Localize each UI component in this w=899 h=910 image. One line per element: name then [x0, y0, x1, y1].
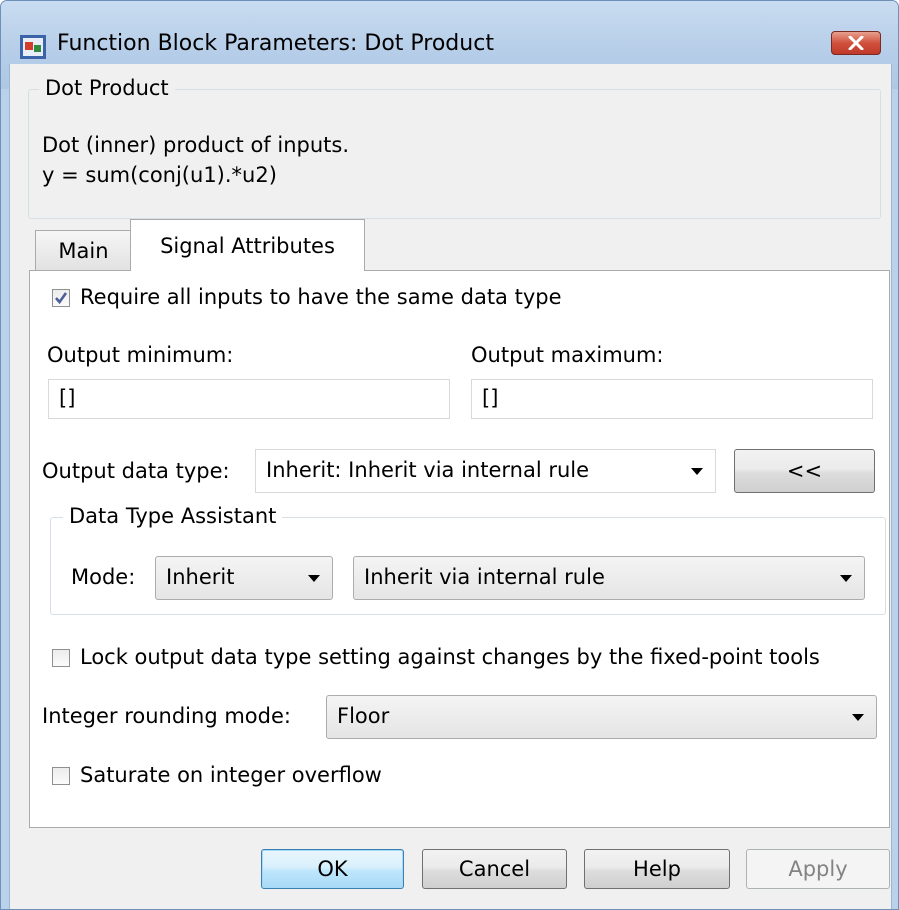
- output-data-type-value: Inherit: Inherit via internal rule: [266, 458, 590, 482]
- window-title: Function Block Parameters: Dot Product: [57, 31, 494, 56]
- description-text-line-1: Dot (inner) product of inputs.: [42, 133, 349, 157]
- output-maximum-input[interactable]: []: [471, 379, 873, 419]
- output-data-type-label: Output data type:: [42, 459, 230, 483]
- output-minimum-input[interactable]: []: [48, 379, 450, 419]
- description-group-title: Dot Product: [39, 76, 175, 100]
- chevron-down-icon: [691, 468, 703, 475]
- dialog-body: Dot Product Dot (inner) product of input…: [9, 64, 892, 909]
- description-group: Dot Product Dot (inner) product of input…: [28, 76, 881, 219]
- close-icon: [848, 36, 864, 50]
- checkmark-icon: [55, 292, 68, 305]
- signal-attributes-panel: Require all inputs to have the same data…: [29, 270, 890, 828]
- dialog-window: Function Block Parameters: Dot Product D…: [0, 0, 899, 910]
- lock-output-checkbox[interactable]: [52, 649, 70, 667]
- data-type-assistant-title: Data Type Assistant: [63, 504, 283, 528]
- data-type-assistant-group: Data Type Assistant Mode: Inherit Inheri…: [50, 504, 886, 615]
- chevron-down-icon: [852, 714, 864, 721]
- require-same-type-checkbox[interactable]: [52, 289, 70, 307]
- apply-button[interactable]: Apply: [746, 849, 890, 889]
- simulink-block-icon: [20, 35, 46, 59]
- require-same-type-label: Require all inputs to have the same data…: [80, 285, 562, 309]
- saturate-checkbox[interactable]: [52, 767, 70, 785]
- integer-rounding-value: Floor: [337, 704, 390, 728]
- saturate-label: Saturate on integer overflow: [80, 763, 382, 787]
- ok-button[interactable]: OK: [261, 849, 404, 889]
- mode-select[interactable]: Inherit: [155, 556, 333, 600]
- mode-value: Inherit: [166, 565, 235, 589]
- mode-label: Mode:: [71, 565, 136, 589]
- integer-rounding-label: Integer rounding mode:: [42, 704, 291, 728]
- output-minimum-label: Output minimum:: [47, 343, 234, 367]
- data-type-assistant-toggle-button[interactable]: <<: [734, 449, 875, 493]
- inherit-rule-value: Inherit via internal rule: [364, 565, 605, 589]
- tab-main[interactable]: Main: [35, 230, 132, 270]
- integer-rounding-select[interactable]: Floor: [326, 695, 877, 739]
- output-maximum-label: Output maximum:: [471, 343, 664, 367]
- close-button[interactable]: [831, 31, 881, 55]
- chevron-down-icon: [840, 575, 852, 582]
- lock-output-label: Lock output data type setting against ch…: [80, 645, 820, 669]
- tab-signal-attributes[interactable]: Signal Attributes: [130, 219, 365, 271]
- chevron-down-icon: [308, 575, 320, 582]
- description-text-line-2: y = sum(conj(u1).*u2): [42, 163, 277, 187]
- cancel-button[interactable]: Cancel: [422, 849, 567, 889]
- help-button[interactable]: Help: [584, 849, 730, 889]
- inherit-rule-select[interactable]: Inherit via internal rule: [353, 556, 865, 600]
- output-data-type-select[interactable]: Inherit: Inherit via internal rule: [255, 449, 716, 493]
